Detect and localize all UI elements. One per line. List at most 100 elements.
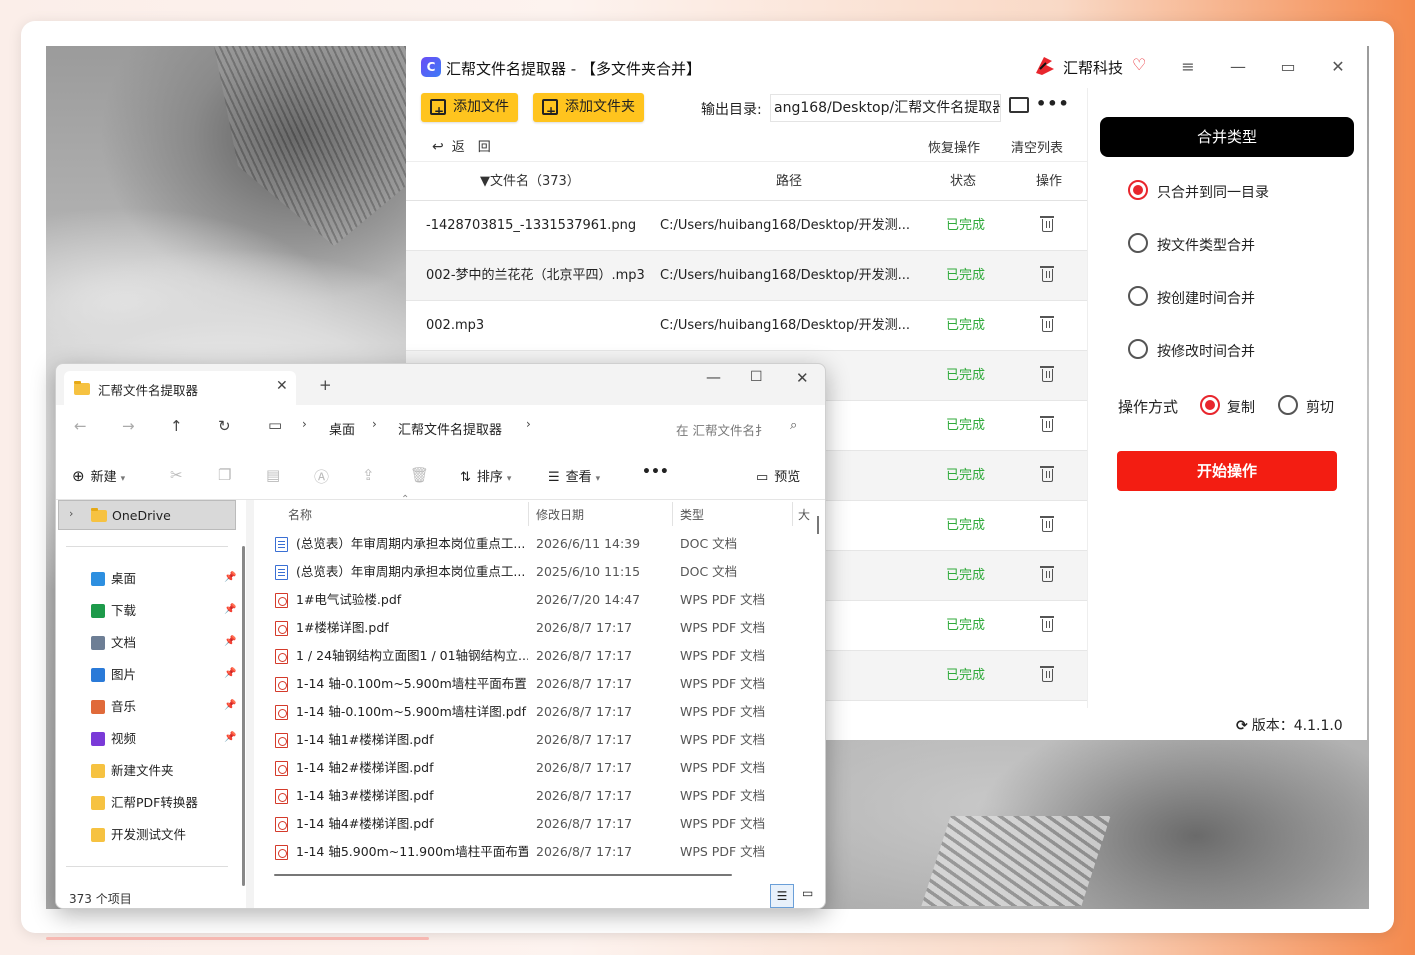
col-date[interactable]: 修改日期 bbox=[536, 506, 584, 523]
delete-trash-icon[interactable] bbox=[1040, 516, 1054, 532]
merge-option-label[interactable]: 按修改时间合并 bbox=[1157, 341, 1255, 361]
explorer-close-button[interactable]: ✕ bbox=[796, 369, 809, 387]
pdf-file-icon bbox=[275, 845, 288, 860]
delete-trash-icon[interactable] bbox=[1040, 566, 1054, 582]
header-filename[interactable]: ▼文件名（373） bbox=[480, 162, 580, 202]
file-row[interactable]: 1-14 轴2#楼梯详图.pdf 2026/8/7 17:17 WPS PDF 文档 bbox=[254, 754, 825, 782]
merge-option-label[interactable]: 按创建时间合并 bbox=[1157, 288, 1255, 308]
share-icon[interactable]: ⇪ bbox=[362, 466, 375, 484]
file-row[interactable]: 1-14 轴4#楼梯详图.pdf 2026/8/7 17:17 WPS PDF 文档 bbox=[254, 810, 825, 838]
explorer-maximize-button[interactable]: ☐ bbox=[750, 369, 763, 385]
file-row[interactable]: 1-14 轴3#楼梯详图.pdf 2026/8/7 17:17 WPS PDF 文档 bbox=[254, 782, 825, 810]
refresh-icon[interactable]: ⟳ bbox=[1236, 718, 1248, 734]
delete-trash-icon[interactable] bbox=[1040, 416, 1054, 432]
new-button[interactable]: ⊕ 新建 ▾ bbox=[72, 466, 125, 485]
file-row[interactable]: 1-14 轴-0.100m~5.900m墙柱平面布置... 2026/8/7 17… bbox=[254, 670, 825, 698]
tab-close-icon[interactable]: ✕ bbox=[276, 378, 288, 394]
horizontal-scrollbar[interactable] bbox=[274, 874, 732, 876]
pin-icon[interactable]: 📌 bbox=[224, 636, 236, 647]
file-row[interactable]: 1 / 24轴钢结构立面图1 / 01轴钢结构立... 2026/8/7 17:1… bbox=[254, 642, 825, 670]
vertical-scrollbar[interactable] bbox=[817, 516, 819, 534]
explorer-minimize-button[interactable]: — bbox=[706, 368, 721, 386]
back-label: 返 回 bbox=[451, 140, 491, 155]
explorer-tab[interactable]: 汇帮文件名提取器 ✕ bbox=[64, 371, 296, 405]
nav-scrollbar[interactable] bbox=[242, 546, 245, 886]
pdf-file-icon bbox=[275, 677, 288, 692]
restore-button[interactable]: 恢复操作 bbox=[928, 137, 980, 156]
add-file-button[interactable]: 添加文件 bbox=[421, 93, 518, 126]
table-row[interactable]: 002.mp3 C:/Users/huibang168/Desktop/开发测..… bbox=[406, 301, 1087, 351]
table-row[interactable]: -1428703815_-1331537961.png C:/Users/huib… bbox=[406, 201, 1087, 251]
delete-trash-icon[interactable] bbox=[1040, 266, 1054, 282]
merge-option-radio[interactable] bbox=[1128, 339, 1148, 359]
col-size[interactable]: 大 bbox=[798, 506, 810, 523]
output-dir-input[interactable]: ang168/Desktop/汇帮文件名提取器 bbox=[770, 94, 1001, 122]
nav-back-icon[interactable]: ← bbox=[74, 417, 87, 435]
pin-icon[interactable]: 📌 bbox=[224, 732, 236, 743]
delete-trash-icon[interactable] bbox=[1040, 366, 1054, 382]
breadcrumb-desktop[interactable]: 桌面 bbox=[329, 419, 355, 438]
paste-icon[interactable]: ▤ bbox=[266, 466, 280, 484]
tiles-view-icon[interactable]: ▭ bbox=[802, 886, 813, 900]
merge-option-radio[interactable] bbox=[1128, 233, 1148, 253]
pin-icon[interactable]: 📌 bbox=[224, 604, 236, 615]
new-tab-button[interactable]: + bbox=[319, 376, 332, 394]
back-button[interactable]: ↩ 返 回 bbox=[432, 136, 491, 155]
delete-trash-icon[interactable] bbox=[1040, 666, 1054, 682]
search-input[interactable]: 在 汇帮文件名扌 ⌕ bbox=[666, 414, 816, 442]
file-row[interactable]: (总览表）年审周期内承担本岗位重点工... 2025/6/10 11:15 DOC … bbox=[254, 558, 825, 586]
file-row[interactable]: (总览表）年审周期内承担本岗位重点工... 2026/6/11 14:39 DOC … bbox=[254, 530, 825, 558]
more-button[interactable]: ••• bbox=[642, 464, 669, 480]
file-name: (总览表）年审周期内承担本岗位重点工... bbox=[296, 564, 526, 579]
file-row[interactable]: 1-14 轴1#楼梯详图.pdf 2026/8/7 17:17 WPS PDF 文档 bbox=[254, 726, 825, 754]
menu-button[interactable]: ≡ bbox=[1176, 55, 1200, 79]
more-options-button[interactable]: ••• bbox=[1036, 94, 1070, 113]
merge-option-label[interactable]: 只合并到同一目录 bbox=[1157, 182, 1269, 202]
start-button[interactable]: 开始操作 bbox=[1117, 451, 1337, 491]
nav-onedrive[interactable]: › OneDrive bbox=[58, 500, 236, 530]
table-row[interactable]: 002-梦中的兰花花（北京平四）.mp3 C:/Users/huibang168/… bbox=[406, 251, 1087, 301]
browse-folder-icon[interactable] bbox=[1009, 97, 1029, 113]
preview-button[interactable]: ▭ 预览 bbox=[756, 466, 800, 485]
rename-icon[interactable]: Ⓐ bbox=[314, 466, 329, 487]
pin-icon[interactable]: 📌 bbox=[224, 668, 236, 679]
vip-heart-icon[interactable]: ♡ bbox=[1132, 56, 1150, 74]
cut-icon[interactable]: ✂ bbox=[170, 466, 183, 484]
file-row[interactable]: 1-14 轴5.900m~11.900m墙柱平面布置... 2026/8/7 17… bbox=[254, 838, 825, 866]
col-name[interactable]: 名称 bbox=[288, 506, 312, 523]
nav-item-icon bbox=[91, 572, 105, 586]
computer-icon[interactable]: ▭ bbox=[268, 416, 282, 434]
copy-radio[interactable] bbox=[1200, 395, 1220, 415]
file-row[interactable]: 1#楼梯详图.pdf 2026/8/7 17:17 WPS PDF 文档 bbox=[254, 614, 825, 642]
merge-option-radio[interactable] bbox=[1128, 286, 1148, 306]
view-button[interactable]: ☰ 查看 ▾ bbox=[548, 466, 600, 485]
nav-item-icon bbox=[91, 668, 105, 682]
nav-up-icon[interactable]: ↑ bbox=[170, 417, 183, 435]
delete-trash-icon[interactable] bbox=[1040, 316, 1054, 332]
nav-forward-icon[interactable]: → bbox=[122, 417, 135, 435]
maximize-button[interactable]: ▭ bbox=[1276, 55, 1300, 79]
sort-button[interactable]: ⇅ 排序 ▾ bbox=[460, 466, 511, 485]
chevron-right-icon[interactable]: › bbox=[526, 417, 531, 431]
close-button[interactable]: ✕ bbox=[1326, 55, 1350, 79]
delete-trash-icon[interactable] bbox=[1040, 466, 1054, 482]
file-row[interactable]: 1#电气试验楼.pdf 2026/7/20 14:47 WPS PDF 文档 bbox=[254, 586, 825, 614]
delete-trash-icon[interactable] bbox=[1040, 216, 1054, 232]
pin-icon[interactable]: 📌 bbox=[224, 700, 236, 711]
merge-option-radio[interactable] bbox=[1128, 180, 1148, 200]
clear-list-button[interactable]: 清空列表 bbox=[1011, 137, 1063, 156]
minimize-button[interactable]: — bbox=[1226, 55, 1250, 79]
delete-trash-icon[interactable] bbox=[1040, 616, 1054, 632]
add-folder-button[interactable]: 添加文件夹 bbox=[533, 93, 644, 126]
breadcrumb-folder[interactable]: 汇帮文件名提取器 bbox=[398, 419, 502, 438]
merge-option-label[interactable]: 按文件类型合并 bbox=[1157, 235, 1255, 255]
file-type: WPS PDF 文档 bbox=[680, 760, 766, 775]
refresh-icon[interactable]: ↻ bbox=[218, 417, 231, 435]
delete-icon[interactable]: 🗑 bbox=[410, 466, 429, 484]
file-row[interactable]: 1-14 轴-0.100m~5.900m墙柱详图.pdf 2026/8/7 17:… bbox=[254, 698, 825, 726]
cut-radio[interactable] bbox=[1278, 395, 1298, 415]
pin-icon[interactable]: 📌 bbox=[224, 572, 236, 583]
col-type[interactable]: 类型 bbox=[680, 506, 704, 523]
details-view-icon[interactable]: ☰ bbox=[770, 884, 794, 908]
copy-icon[interactable]: ❐ bbox=[218, 466, 231, 484]
